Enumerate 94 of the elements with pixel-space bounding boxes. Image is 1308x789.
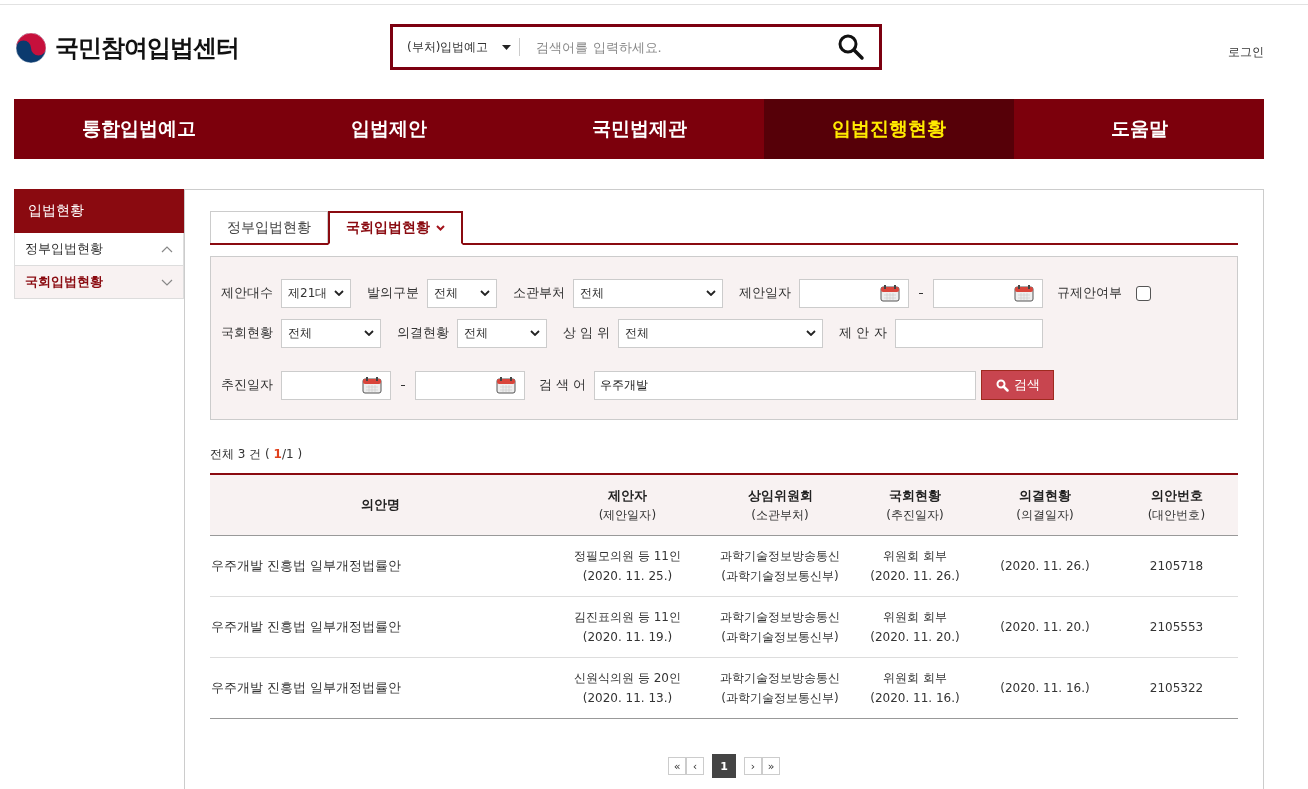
search-icon xyxy=(995,378,1009,392)
field-label: 발의구분 xyxy=(367,284,419,302)
date-field[interactable] xyxy=(799,278,909,308)
table-cell-text: (2020. 11. 13.) xyxy=(581,690,674,707)
tab[interactable]: 정부입법현황 xyxy=(210,211,328,243)
search-button[interactable]: 검색 xyxy=(981,370,1055,400)
table-cell-text: 위원회 회부 xyxy=(882,609,948,626)
select-field[interactable]: 전체 xyxy=(457,318,547,348)
field-label: 규제안여부 xyxy=(1057,284,1122,302)
table-cell-text: 위원회 회부 xyxy=(882,670,948,687)
field-label: 상 임 위 xyxy=(563,324,611,342)
search-field[interactable]: 검색어를 입력하세요. xyxy=(534,38,837,56)
field-label: 소관부처 xyxy=(513,284,565,302)
calendar-icon xyxy=(880,284,900,302)
table-cell-text: 신원식의원 등 20인 xyxy=(573,670,682,687)
checkbox[interactable] xyxy=(1136,285,1151,301)
date-field[interactable] xyxy=(933,278,1043,308)
table-cell-text: (2020. 11. 25.) xyxy=(581,568,674,585)
table-cell-text: (2020. 11. 26.) xyxy=(999,558,1091,575)
sidebar-item[interactable]: 국회입법현황 xyxy=(14,266,184,299)
table-cell-text: (2020. 11. 16.) xyxy=(869,690,961,707)
caret-icon xyxy=(502,44,512,50)
chevron-icon xyxy=(364,330,374,336)
table-cell-text: 과학기술정보방송통신 xyxy=(719,548,841,565)
chevron-icon xyxy=(806,330,817,336)
bill-title-link[interactable]: 우주개발 진흥법 일부개정법률안 xyxy=(211,617,549,637)
select-field[interactable]: 전체 xyxy=(573,278,723,308)
select-field[interactable]: 전체 xyxy=(281,318,381,348)
tab[interactable]: 국회입법현황 xyxy=(328,211,463,245)
field-label: 검 색 어 xyxy=(539,376,587,394)
select-field[interactable]: 전체 xyxy=(618,318,824,348)
pagination-button[interactable]: » xyxy=(762,757,780,775)
column-header: 상임위원회 (소관부처) xyxy=(705,474,855,536)
table-cell-text: (과학기술정보통신부) xyxy=(720,568,840,585)
chevron-icon xyxy=(480,290,490,296)
sidebar-title: 입법현황 xyxy=(14,189,184,233)
table-cell-text: (2020. 11. 20.) xyxy=(869,629,961,646)
table-cell-text: 2105322 xyxy=(1148,680,1205,697)
calendar-icon xyxy=(496,376,516,394)
table-cell-text: (과학기술정보통신부) xyxy=(720,629,840,646)
table-cell-text: 정필모의원 등 11인 xyxy=(573,548,682,565)
chevron-icon xyxy=(530,330,540,336)
table-cell-text: (2020. 11. 26.) xyxy=(869,568,961,585)
chevron-icon xyxy=(706,290,716,296)
pagination-button[interactable]: › xyxy=(744,757,762,775)
field-label: 제 안 자 xyxy=(839,324,887,342)
table-cell-text: 위원회 회부 xyxy=(882,548,948,565)
nav-tab[interactable]: 도움말 xyxy=(1014,99,1264,159)
login-link[interactable]: 로그인 xyxy=(1228,43,1264,61)
text-field[interactable]: 우주개발 xyxy=(594,370,977,400)
pagination-button[interactable]: ‹ xyxy=(686,757,704,775)
column-header: 의결현황 (의결일자) xyxy=(975,474,1115,536)
field-label: 제안일자 xyxy=(739,284,791,302)
nav-tab[interactable]: 국민법제관 xyxy=(514,99,764,159)
emblem-icon xyxy=(15,32,47,64)
table-cell-text: 2105718 xyxy=(1148,558,1205,575)
nav-tab[interactable]: 입법진행현황 xyxy=(764,99,1014,159)
nav-tab[interactable]: 통합입법예고 xyxy=(14,99,264,159)
date-field[interactable] xyxy=(281,370,391,400)
bill-title-link[interactable]: 우주개발 진흥법 일부개정법률안 xyxy=(211,556,549,576)
table-cell-text: 2105553 xyxy=(1148,619,1205,636)
field-label: 국회현황 xyxy=(221,324,273,342)
chevron-icon xyxy=(334,290,344,296)
field-label: 의결현황 xyxy=(397,324,449,342)
column-header: 제안자 (제안일자) xyxy=(550,474,705,536)
chevron-icon xyxy=(161,245,173,253)
calendar-icon xyxy=(362,376,382,394)
table-cell-text: 과학기술정보방송통신 xyxy=(719,670,841,687)
column-header: 의안명 xyxy=(210,474,550,536)
text-field[interactable] xyxy=(894,318,1043,348)
field-label: 제안대수 xyxy=(221,284,273,302)
select-field[interactable]: 전체 xyxy=(427,278,497,308)
nav-tab[interactable]: 입법제안 xyxy=(264,99,514,159)
column-header: 의안번호 (대안번호) xyxy=(1115,474,1238,536)
table-cell-text: (과학기술정보통신부) xyxy=(720,690,840,707)
chevron-icon xyxy=(161,278,173,286)
table-cell-text: 김진표의원 등 11인 xyxy=(573,609,682,626)
select-field[interactable]: 제21대 xyxy=(281,278,351,308)
table-cell-text: (2020. 11. 19.) xyxy=(581,629,674,646)
field-label: 추진일자 xyxy=(221,376,273,394)
site-title[interactable]: 국민참여입법센터 xyxy=(55,32,239,64)
search-icon[interactable] xyxy=(837,33,865,61)
scope-dropdown[interactable]: (부처)입법예고 xyxy=(407,38,512,56)
column-header: 국회현황 (추진일자) xyxy=(855,474,975,536)
table-cell-text: (2020. 11. 20.) xyxy=(999,619,1091,636)
pagination-button[interactable]: « xyxy=(668,757,686,775)
result-count: 전체 3 건 ( 1/1 ) xyxy=(210,446,304,463)
table-cell-text: 과학기술정보방송통신 xyxy=(719,609,841,626)
calendar-icon xyxy=(1014,284,1034,302)
bill-title-link[interactable]: 우주개발 진흥법 일부개정법률안 xyxy=(211,678,549,698)
table-cell-text: (2020. 11. 16.) xyxy=(999,680,1091,697)
date-field[interactable] xyxy=(415,370,525,400)
chevron-icon xyxy=(436,225,445,231)
page-number[interactable]: 1 xyxy=(712,754,736,778)
